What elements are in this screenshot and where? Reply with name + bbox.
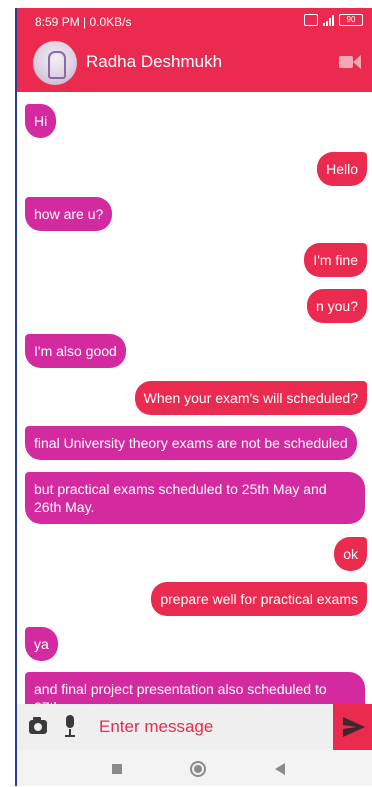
send-button[interactable] [333,704,372,750]
message-outgoing: When your exam's will scheduled? [134,381,367,415]
chat-header: Radha Deshmukh [17,34,372,92]
message-incoming: how are u? [25,197,113,231]
signal-icon [323,14,334,26]
message-incoming: Hi [25,104,57,138]
contact-name[interactable]: Radha Deshmukh [86,52,222,72]
avatar[interactable] [33,41,77,85]
status-icons: 90 [304,14,363,26]
message-list[interactable]: Hi Hello how are u? I'm fine n you? I'm … [17,92,372,704]
message-outgoing: prepare well for practical exams [151,582,367,616]
message-incoming: ya [25,627,58,661]
status-text: 8:59 PM | 0.0KB/s [35,15,132,29]
status-bar: 8:59 PM | 0.0KB/s 90 [17,8,372,34]
message-outgoing: Hello [317,152,367,186]
message-input[interactable] [93,712,335,742]
message-incoming: and final project presentation also sche… [25,672,365,704]
battery-icon: 90 [339,14,363,26]
send-icon [343,717,365,737]
microphone-icon[interactable] [65,715,75,737]
system-nav-bar [17,750,372,786]
message-outgoing: n you? [306,289,367,323]
recents-icon[interactable] [112,764,122,774]
message-outgoing: I'm fine [304,243,367,277]
message-composer [17,704,372,750]
message-outgoing: ok [334,537,367,571]
sim-icon [304,14,318,26]
phone-screen: 8:59 PM | 0.0KB/s 90 Radha Deshmukh Hi H… [15,8,372,786]
home-icon[interactable] [190,761,206,777]
video-call-icon[interactable] [339,55,361,69]
back-icon[interactable] [275,763,285,775]
camera-icon[interactable] [29,717,47,734]
message-incoming: I'm also good [25,334,126,368]
message-incoming: final University theory exams are not be… [25,426,357,460]
avatar-figure-icon [48,51,66,79]
message-incoming: but practical exams scheduled to 25th Ma… [25,472,365,524]
